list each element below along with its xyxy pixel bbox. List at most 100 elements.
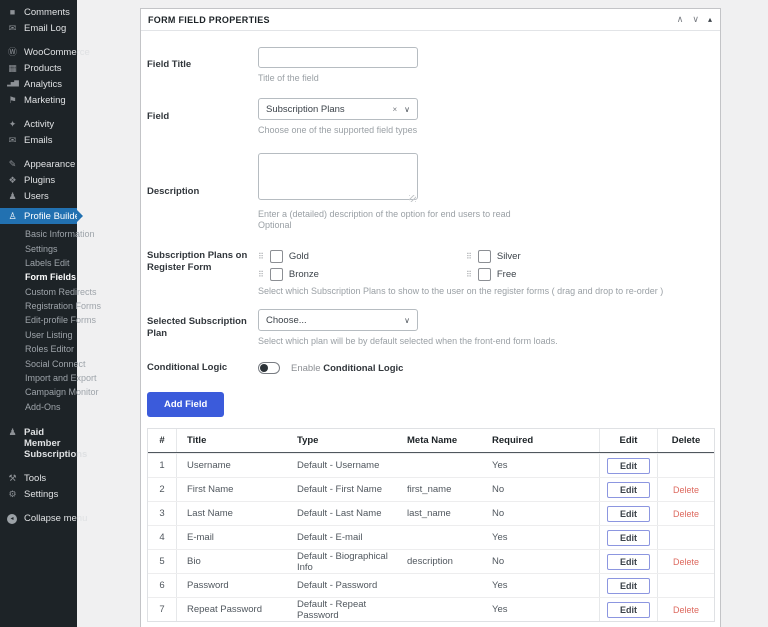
- plan-option-gold: ⠿ Gold: [258, 250, 466, 263]
- conditional-logic-toggle-text: Enable Conditional Logic: [291, 363, 403, 374]
- edit-button[interactable]: Edit: [607, 578, 650, 594]
- sidebar-item-emails[interactable]: ✉ Emails: [0, 132, 77, 148]
- submenu-item-user-listing[interactable]: User Listing: [0, 328, 77, 342]
- submenu-item-social-connect[interactable]: Social Connect: [0, 356, 77, 370]
- sidebar-item-products[interactable]: ▦ Products: [0, 60, 77, 76]
- sidebar-item-woocommerce[interactable]: Ⓦ WooCommerce: [0, 44, 77, 60]
- delete-link[interactable]: Delete: [673, 557, 699, 567]
- drag-handle-icon[interactable]: ⠿: [466, 270, 472, 279]
- submenu-item-custom-redirects[interactable]: Custom Redirects: [0, 285, 77, 299]
- sidebar-item-activity[interactable]: ✦ Activity: [0, 116, 77, 132]
- move-up-icon[interactable]: ∧: [677, 14, 684, 25]
- sidebar-item-paid-member-subscriptions[interactable]: ♟ Paid Member Subscriptions: [0, 426, 77, 463]
- submenu-item-import-and-export[interactable]: Import and Export: [0, 371, 77, 385]
- panel-header: Form Field Properties ∧ ∨ ▴: [141, 9, 720, 31]
- edit-button[interactable]: Edit: [607, 458, 650, 474]
- table-row: 4 E-mail Default - E-mail Yes Edit: [148, 525, 714, 549]
- plan-option-silver: ⠿ Silver: [466, 250, 674, 263]
- collapse-panel-icon[interactable]: ▴: [708, 15, 712, 24]
- drag-handle-icon[interactable]: ⠿: [466, 252, 472, 261]
- profile-builder-icon: ♙: [7, 212, 18, 221]
- selected-plan-label: Selected Subscription Plan: [147, 316, 258, 340]
- submenu-item-edit-profile-forms[interactable]: Edit-profile Forms: [0, 313, 77, 327]
- field-type-select[interactable]: Subscription Plans × ∨: [258, 98, 418, 120]
- sidebar-item-collapse-menu[interactable]: ◂ Collapse menu: [0, 511, 77, 527]
- plan-free-label: Free: [497, 269, 517, 280]
- col-header-meta-name: Meta Name: [397, 435, 482, 446]
- plan-option-bronze: ⠿ Bronze: [258, 268, 466, 281]
- sidebar-item-label: Comments: [24, 7, 70, 18]
- sidebar-item-email-log[interactable]: ✉ Email Log: [0, 20, 77, 36]
- col-header-edit: Edit: [599, 429, 657, 452]
- sidebar-item-label: Profile Builder: [24, 211, 83, 222]
- delete-link[interactable]: Delete: [673, 605, 699, 615]
- delete-link[interactable]: Delete: [673, 485, 699, 495]
- selected-plan-help: Select which plan will be by default sel…: [258, 336, 558, 346]
- sidebar-item-profile-builder[interactable]: ♙ Profile Builder: [0, 208, 77, 224]
- plan-silver-checkbox[interactable]: [478, 250, 491, 263]
- field-type-selected-value: Subscription Plans: [266, 104, 392, 115]
- edit-button[interactable]: Edit: [607, 602, 650, 618]
- selected-plan-select[interactable]: Choose... ∨: [258, 309, 418, 331]
- conditional-logic-row: Conditional Logic Enable Conditional Log…: [147, 362, 714, 374]
- sidebar-item-label: Settings: [24, 489, 58, 500]
- sidebar-item-marketing[interactable]: ⚑ Marketing: [0, 92, 77, 108]
- activity-icon: ✦: [7, 120, 18, 129]
- field-type-help: Choose one of the supported field types: [258, 125, 418, 135]
- submenu-item-roles-editor[interactable]: Roles Editor: [0, 342, 77, 356]
- add-field-button[interactable]: Add Field: [147, 392, 224, 417]
- submenu-item-registration-forms[interactable]: Registration Forms: [0, 299, 77, 313]
- selected-plan-row: Selected Subscription Plan Choose... ∨ S…: [147, 309, 714, 346]
- drag-handle-icon[interactable]: ⠿: [258, 270, 264, 279]
- submenu-item-add-ons[interactable]: Add-Ons: [0, 400, 77, 414]
- comments-icon: ■: [7, 8, 18, 17]
- plan-gold-checkbox[interactable]: [270, 250, 283, 263]
- panel-body: Field Title Title of the field Field Sub…: [141, 47, 720, 627]
- submenu-item-basic-information[interactable]: Basic Information: [0, 227, 77, 241]
- description-textarea[interactable]: [258, 153, 418, 200]
- move-down-icon[interactable]: ∨: [692, 14, 699, 25]
- edit-button[interactable]: Edit: [607, 482, 650, 498]
- sidebar-item-label: WooCommerce: [24, 47, 90, 58]
- submenu-item-settings[interactable]: Settings: [0, 241, 77, 255]
- sidebar-item-comments[interactable]: ■ Comments: [0, 4, 77, 20]
- col-header-delete: Delete: [657, 429, 714, 452]
- submenu-item-form-fields[interactable]: Form Fields: [0, 270, 77, 284]
- sidebar-item-tools[interactable]: ⚒ Tools: [0, 471, 77, 487]
- edit-button[interactable]: Edit: [607, 530, 650, 546]
- edit-button[interactable]: Edit: [607, 506, 650, 522]
- submenu-item-labels-edit[interactable]: Labels Edit: [0, 256, 77, 270]
- sidebar-item-label: Users: [24, 191, 49, 202]
- sidebar-item-users[interactable]: ♟ Users: [0, 188, 77, 204]
- sidebar-item-label: Paid Member Subscriptions: [24, 428, 82, 461]
- col-header-num: #: [148, 429, 177, 452]
- sidebar-item-label: Collapse menu: [24, 513, 87, 524]
- submenu-item-campaign-monitor[interactable]: Campaign Monitor: [0, 385, 77, 399]
- profile-builder-submenu: Basic Information Settings Labels Edit F…: [0, 224, 77, 418]
- clear-selection-icon[interactable]: ×: [392, 105, 397, 114]
- sidebar-item-analytics[interactable]: ▂▅▇ Analytics: [0, 76, 77, 92]
- table-row: 7 Repeat Password Default - Repeat Passw…: [148, 597, 714, 621]
- conditional-logic-toggle[interactable]: [258, 362, 280, 374]
- plan-option-free: ⠿ Free: [466, 268, 674, 281]
- sidebar-item-label: Emails: [24, 135, 53, 146]
- table-row: 2 First Name Default - First Name first_…: [148, 477, 714, 501]
- sidebar-item-appearance[interactable]: ✎ Appearance: [0, 156, 77, 172]
- settings-icon: ⚙: [7, 490, 18, 499]
- description-label: Description: [147, 186, 258, 198]
- resize-grip-icon[interactable]: [409, 195, 416, 202]
- sidebar-item-settings-bottom[interactable]: ⚙ Settings: [0, 487, 77, 503]
- field-title-input[interactable]: [258, 47, 418, 68]
- drag-handle-icon[interactable]: ⠿: [258, 252, 264, 261]
- sidebar-item-plugins[interactable]: ❖ Plugins: [0, 172, 77, 188]
- edit-button[interactable]: Edit: [607, 554, 650, 570]
- description-help: Enter a (detailed) description of the op…: [258, 209, 511, 219]
- description-optional-note: Optional: [258, 220, 511, 230]
- woocommerce-icon: Ⓦ: [7, 48, 18, 57]
- panel-title: Form Field Properties: [148, 15, 668, 25]
- field-type-label: Field: [147, 111, 258, 123]
- table-row: 6 Password Default - Password Yes Edit: [148, 573, 714, 597]
- delete-link[interactable]: Delete: [673, 509, 699, 519]
- plan-free-checkbox[interactable]: [478, 268, 491, 281]
- plan-bronze-checkbox[interactable]: [270, 268, 283, 281]
